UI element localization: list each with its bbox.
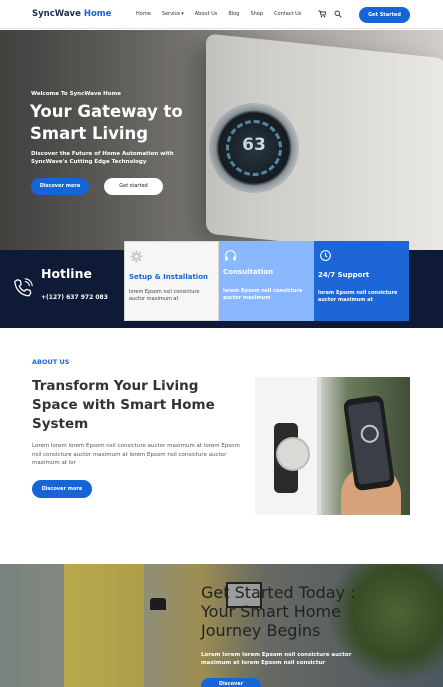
cta-discover-button[interactable]: Discover <box>201 678 261 687</box>
service-card-consultation[interactable]: Consultation lorem Epsom nsil consicture… <box>219 241 314 321</box>
nav-link-blog[interactable]: Blog <box>228 11 239 17</box>
service-card-support[interactable]: 24/7 Support lorem Epsom nsil consicture… <box>314 241 409 321</box>
hero-discover-button[interactable]: Discover more <box>31 178 89 195</box>
logo-primary-text: SyncWave <box>32 9 81 19</box>
about-tag: ABOUT US <box>32 358 70 366</box>
hero-title: Your Gateway to Smart Living <box>30 102 183 143</box>
nav-link-home[interactable]: Home <box>136 11 151 17</box>
cart-icon[interactable] <box>318 10 326 18</box>
hero-eyebrow: Welcome To SyncWave Home <box>31 91 121 97</box>
service-card-title: Setup & Installation <box>129 273 208 281</box>
service-card-text: lorem Epsom nsil consicture auctor maxim… <box>129 289 200 302</box>
site-logo[interactable]: SyncWave Home <box>32 9 111 19</box>
about-title: Transform Your Living Space with Smart H… <box>32 378 215 432</box>
service-card-text: lorem Epsom nsil consicture auctor maxim… <box>223 288 303 301</box>
hero-subtitle: Discover the Future of Home Automation w… <box>31 151 174 165</box>
hotline-label: Hotline <box>41 266 92 281</box>
smart-lock-image <box>255 377 410 515</box>
service-card-title: Consultation <box>223 268 274 276</box>
search-icon[interactable] <box>334 10 342 18</box>
service-card-title: 24/7 Support <box>318 271 370 279</box>
about-discover-button[interactable]: Discover more <box>32 480 92 498</box>
service-card-setup[interactable]: Setup & Installation lorem Epsom nsil co… <box>124 241 219 321</box>
top-navbar: SyncWave Home Home Service About Us Blog… <box>0 0 443 29</box>
cta-text: Lorem lorem lorem Epsom nsil consicture … <box>201 652 352 666</box>
hotline-number[interactable]: +(127) 637 972 083 <box>41 294 108 301</box>
hero-get-started-button[interactable]: Get started <box>104 178 163 195</box>
gear-icon <box>130 250 143 263</box>
nav-link-about-us[interactable]: About Us <box>195 11 218 17</box>
about-text: Lorem lorem lorem Epsom nsil consicture … <box>32 443 240 466</box>
get-started-button[interactable]: Get Started <box>359 7 410 23</box>
logo-accent-text: Home <box>83 9 112 19</box>
headphones-icon <box>225 250 236 261</box>
service-card-text: lorem Epsom nsil consicture auctor maxim… <box>318 290 398 303</box>
nav-link-contact-us[interactable]: Contact Us <box>274 11 301 17</box>
clock-icon <box>320 250 331 261</box>
main-menu: Home Service About Us Blog Shop Contact … <box>136 11 312 17</box>
nav-link-shop[interactable]: Shop <box>250 11 263 17</box>
cta-title: Get Started Today : Your Smart Home Jour… <box>201 583 356 640</box>
phone-icon <box>14 278 33 297</box>
nav-link-service[interactable]: Service <box>162 11 184 17</box>
